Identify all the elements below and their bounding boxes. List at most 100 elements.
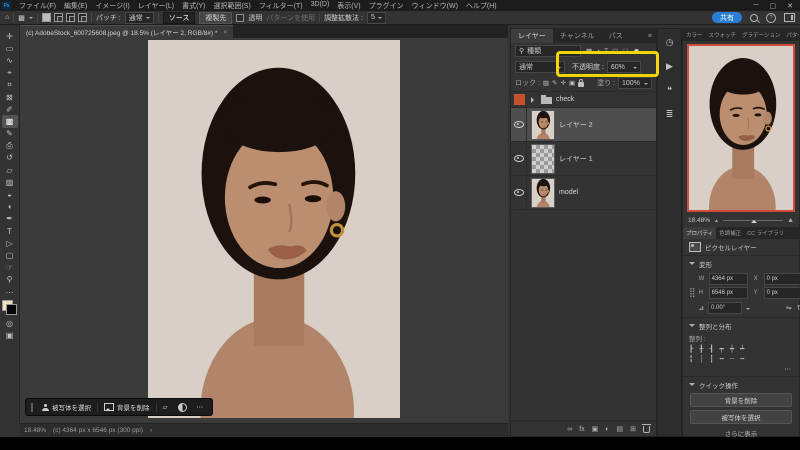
tool-history-brush[interactable]: ↺ — [2, 152, 18, 164]
distribute-bottom-icon[interactable]: ┅ — [740, 355, 744, 363]
minimize-icon[interactable]: ─ — [754, 2, 759, 10]
tab-layers[interactable]: レイヤー — [511, 29, 553, 43]
lock-pixels-icon[interactable]: ✎ — [552, 79, 557, 87]
layer-name[interactable]: model — [559, 189, 578, 196]
align-bottom-icon[interactable]: ┷ — [740, 345, 744, 353]
canvas-area[interactable]: 被写体を選択 背景を削除 ▱ ⋯ — [20, 38, 508, 423]
tab-channels[interactable]: チャンネル — [553, 29, 602, 43]
quick-mask-icon[interactable]: ◎ — [2, 317, 18, 329]
filter-pixel-icon[interactable]: ▦ — [586, 47, 592, 55]
tab-color[interactable]: カラー — [683, 29, 706, 41]
edit-toolbar-icon[interactable]: ⋯ — [2, 286, 18, 298]
lock-artboard-icon[interactable]: ▣ — [569, 79, 575, 87]
screen-mode-icon[interactable]: ▣ — [2, 329, 18, 341]
zoom-in-icon[interactable]: ▲ — [787, 217, 794, 224]
tool-dodge[interactable]: ◖ — [2, 201, 18, 213]
tool-zoom[interactable]: ⚲ — [2, 274, 18, 286]
search-icon[interactable] — [750, 14, 758, 22]
menu-plugins[interactable]: プラグイン — [365, 1, 408, 11]
zoom-slider-handle[interactable] — [751, 217, 757, 223]
layer-thumbnail-transparent[interactable] — [532, 145, 554, 173]
quick-actions-header[interactable]: クイック操作 — [689, 380, 793, 390]
zoom-slider[interactable] — [723, 220, 783, 221]
distribute-center-v-icon[interactable]: ┄ — [730, 355, 734, 363]
chevron-down-icon[interactable] — [29, 17, 33, 21]
disclosure-icon[interactable] — [531, 97, 537, 103]
adjustment-layer-icon[interactable]: ◐ — [605, 426, 609, 433]
tool-type[interactable]: T — [2, 225, 18, 237]
height-field[interactable]: 6546 px — [709, 287, 748, 299]
reference-point-icon[interactable]: ⣿ — [689, 271, 696, 314]
align-center-v-icon[interactable]: ┿ — [730, 345, 734, 353]
layer-row[interactable]: レイヤー 1 — [511, 142, 656, 176]
lock-position-icon[interactable]: ✛ — [561, 79, 566, 87]
tab-patterns[interactable]: パターン — [783, 29, 799, 41]
layer-thumbnail[interactable] — [532, 179, 554, 207]
filter-type-select[interactable]: ⚲ 種類 — [515, 45, 581, 57]
layer-effects-icon[interactable]: fx — [579, 426, 584, 433]
tab-paths[interactable]: パス — [602, 29, 630, 43]
layer-group-row[interactable]: check — [511, 92, 656, 108]
workspace-icon[interactable] — [784, 13, 795, 22]
adjustment-button[interactable] — [174, 399, 191, 415]
link-layers-icon[interactable]: ∞ — [567, 426, 572, 433]
flip-horizontal-icon[interactable]: ⇋ — [786, 304, 792, 312]
menu-image[interactable]: イメージ(I) — [91, 1, 133, 11]
document-tab[interactable]: (c) AdobeStock_600725608.jpeg @ 18.5% (レ… — [20, 25, 233, 38]
menu-layer[interactable]: レイヤー(L) — [134, 1, 178, 11]
history-icon[interactable]: ◷ — [666, 37, 674, 48]
status-zoom-value[interactable]: 18.48% — [24, 427, 46, 434]
fill-select[interactable]: 100% — [618, 77, 652, 89]
tool-pen[interactable]: ✒ — [2, 213, 18, 225]
tool-blur[interactable]: ◒ — [2, 188, 18, 200]
layer-name[interactable]: レイヤー 1 — [559, 154, 593, 164]
delete-layer-icon[interactable] — [643, 426, 650, 433]
actions-icon[interactable]: ▶ — [666, 61, 673, 72]
eye-icon[interactable] — [514, 189, 524, 196]
menu-select[interactable]: 選択範囲(S) — [209, 1, 254, 11]
distribute-right-icon[interactable]: ┇ — [709, 355, 713, 363]
tool-marquee[interactable]: ▭ — [2, 42, 18, 54]
align-right-icon[interactable]: ┨ — [709, 345, 713, 353]
width-field[interactable]: 4364 px — [709, 273, 748, 285]
tab-cc-libraries[interactable]: CC ライブラリ — [744, 227, 787, 239]
patch-mode-select[interactable]: 通常 — [125, 12, 154, 24]
transparent-checkbox[interactable] — [236, 14, 244, 22]
source-toggle-button[interactable]: ソース — [163, 12, 196, 24]
distribute-top-icon[interactable]: ╍ — [720, 355, 724, 363]
visibility-cell[interactable] — [511, 142, 527, 175]
intersect-selection-icon[interactable] — [78, 13, 87, 22]
menu-type[interactable]: 書式(Y) — [178, 1, 209, 11]
lock-all-icon[interactable] — [578, 82, 584, 87]
layer-mask-icon[interactable]: ▣ — [592, 425, 599, 433]
lock-transparent-icon[interactable]: ▨ — [543, 79, 549, 87]
align-top-icon[interactable]: ┯ — [720, 345, 724, 353]
panel-menu-icon[interactable]: ≡ — [648, 29, 656, 43]
help-icon[interactable]: ? — [766, 13, 776, 23]
align-header[interactable]: 整列と分布 — [689, 321, 793, 331]
x-field[interactable]: 0 px — [764, 273, 800, 285]
tab-close-icon[interactable]: × — [223, 29, 227, 36]
tool-rectangle[interactable]: ▢ — [2, 249, 18, 261]
group-name[interactable]: check — [556, 96, 574, 103]
zoom-out-icon[interactable]: ▲ — [714, 218, 719, 224]
status-chevron-icon[interactable]: › — [150, 427, 152, 434]
menu-file[interactable]: ファイル(F) — [15, 1, 60, 11]
tab-swatches[interactable]: スウォッチ — [706, 29, 740, 41]
blend-mode-select[interactable]: 通常 — [515, 61, 565, 73]
menu-view[interactable]: 表示(V) — [333, 1, 364, 11]
align-more-icon[interactable]: ⋯ — [689, 365, 793, 373]
diffusion-select[interactable]: 5 — [367, 12, 386, 24]
tab-properties[interactable]: プロパティ — [683, 227, 716, 239]
close-icon[interactable]: ✕ — [787, 2, 793, 10]
tool-hand[interactable]: ☞ — [2, 262, 18, 274]
transform-header[interactable]: 変形 — [689, 259, 793, 269]
libraries-icon[interactable]: ≣ — [666, 109, 674, 120]
y-field[interactable]: 0 px — [764, 287, 800, 299]
navigator-preview[interactable] — [687, 44, 795, 212]
tool-eyedropper[interactable]: ✐ — [2, 103, 18, 115]
filter-toggle-icon[interactable] — [634, 49, 639, 54]
document-image[interactable] — [148, 40, 400, 418]
layer-row-selected[interactable]: レイヤー 2 — [511, 108, 656, 142]
remove-background-button[interactable]: 背景を削除 — [100, 399, 154, 415]
